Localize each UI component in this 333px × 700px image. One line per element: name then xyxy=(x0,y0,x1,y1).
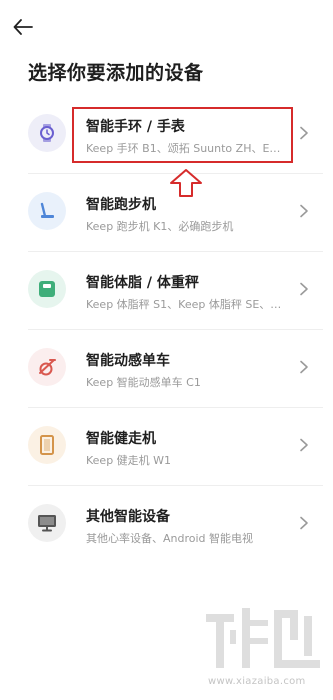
chevron-right-icon xyxy=(300,282,308,296)
scale-icon xyxy=(39,281,55,297)
arrow-left-icon xyxy=(13,19,33,35)
device-icon-wrap xyxy=(28,426,66,464)
device-item-other[interactable]: 其他智能设备 其他心率设备、Android 智能电视 xyxy=(0,492,333,558)
page-title: 选择你要添加的设备 xyxy=(28,62,204,84)
device-title: 智能跑步机 xyxy=(86,197,156,213)
device-icon-wrap xyxy=(28,114,66,152)
device-title: 智能体脂 / 体重秤 xyxy=(86,275,199,291)
monitor-icon xyxy=(38,515,56,532)
device-item-scale[interactable]: 智能体脂 / 体重秤 Keep 体脂秤 S1、Keep 体脂秤 SE、… xyxy=(0,258,333,330)
chevron-right-icon xyxy=(300,126,308,140)
chevron-right-icon xyxy=(300,516,308,530)
device-title: 智能动感单车 xyxy=(86,353,170,369)
device-title: 其他智能设备 xyxy=(86,509,170,525)
device-list: 智能手环 / 手表 Keep 手环 B1、颂拓 Suunto ZH、EP… 智能… xyxy=(0,102,333,570)
back-button[interactable] xyxy=(10,14,36,40)
device-subtitle: Keep 体脂秤 S1、Keep 体脂秤 SE、… xyxy=(86,298,282,311)
watermark-text: www.xiazaiba.com xyxy=(208,676,306,687)
chevron-right-icon xyxy=(300,438,308,452)
chevron-right-icon xyxy=(300,360,308,374)
device-subtitle: Keep 手环 B1、颂拓 Suunto ZH、EP… xyxy=(86,142,286,155)
device-subtitle: Keep 健走机 W1 xyxy=(86,454,172,467)
bike-icon xyxy=(39,359,56,376)
device-item-spin-bike[interactable]: 智能动感单车 Keep 智能动感单车 C1 xyxy=(0,336,333,408)
device-title: 智能健走机 xyxy=(86,431,156,447)
device-icon-wrap xyxy=(28,270,66,308)
watch-icon xyxy=(40,124,54,142)
device-item-walking-pad[interactable]: 智能健走机 Keep 健走机 W1 xyxy=(0,414,333,486)
device-icon-wrap xyxy=(28,192,66,230)
device-item-treadmill[interactable]: 智能跑步机 Keep 跑步机 K1、必确跑步机 xyxy=(0,180,333,252)
walking-pad-icon xyxy=(40,435,54,455)
device-title: 智能手环 / 手表 xyxy=(86,119,185,135)
chevron-right-icon xyxy=(300,204,308,218)
device-icon-wrap xyxy=(28,504,66,542)
device-subtitle: Keep 智能动感单车 C1 xyxy=(86,376,201,389)
device-subtitle: 其他心率设备、Android 智能电视 xyxy=(86,532,254,545)
device-subtitle: Keep 跑步机 K1、必确跑步机 xyxy=(86,220,234,233)
treadmill-icon xyxy=(40,202,54,218)
device-item-band-watch[interactable]: 智能手环 / 手表 Keep 手环 B1、颂拓 Suunto ZH、EP… xyxy=(0,102,333,174)
device-icon-wrap xyxy=(28,348,66,386)
